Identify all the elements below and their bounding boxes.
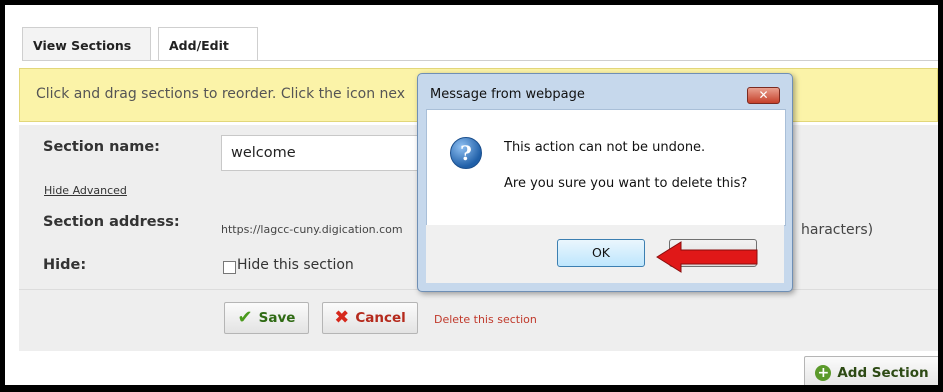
tab-view-sections[interactable]: View Sections (22, 27, 151, 60)
delete-section-link[interactable]: Delete this section (434, 313, 537, 326)
section-name-label: Section name: (43, 139, 160, 155)
cancel-button[interactable]: ✖ Cancel (322, 302, 418, 334)
ok-button[interactable]: OK (557, 239, 645, 267)
hide-label: Hide: (43, 257, 87, 273)
dialog-title: Message from webpage (430, 87, 585, 102)
add-section-label: Add Section (837, 365, 929, 381)
dialog-close-button[interactable]: ✕ (747, 87, 780, 104)
section-address-label: Section address: (43, 214, 180, 230)
save-button-label: Save (258, 310, 296, 326)
add-section-button[interactable]: + Add Section (804, 356, 938, 385)
section-address-prefix: https://lagcc-cuny.digication.com (221, 223, 403, 236)
checkmark-icon: ✔ (237, 307, 253, 328)
hide-advanced-link[interactable]: Hide Advanced (44, 184, 127, 197)
dialog-body: ? This action can not be undone. Are you… (426, 109, 786, 226)
tab-divider (22, 60, 938, 61)
cancel-button-label: Cancel (355, 310, 406, 326)
tab-add-edit[interactable]: Add/Edit (158, 27, 258, 61)
red-arrow-annotation (656, 241, 758, 273)
hide-section-checkbox[interactable] (223, 261, 236, 274)
close-icon: ✖ (334, 307, 350, 328)
question-icon: ? (450, 137, 482, 169)
plus-circle-icon: + (815, 365, 832, 381)
save-button[interactable]: ✔ Save (224, 302, 309, 334)
dialog-message-line1: This action can not be undone. (504, 140, 706, 155)
dialog-message-line2: Are you sure you want to delete this? (504, 176, 748, 191)
section-address-hint: haracters) (801, 222, 874, 238)
hide-section-checkbox-label[interactable]: Hide this section (237, 257, 354, 273)
